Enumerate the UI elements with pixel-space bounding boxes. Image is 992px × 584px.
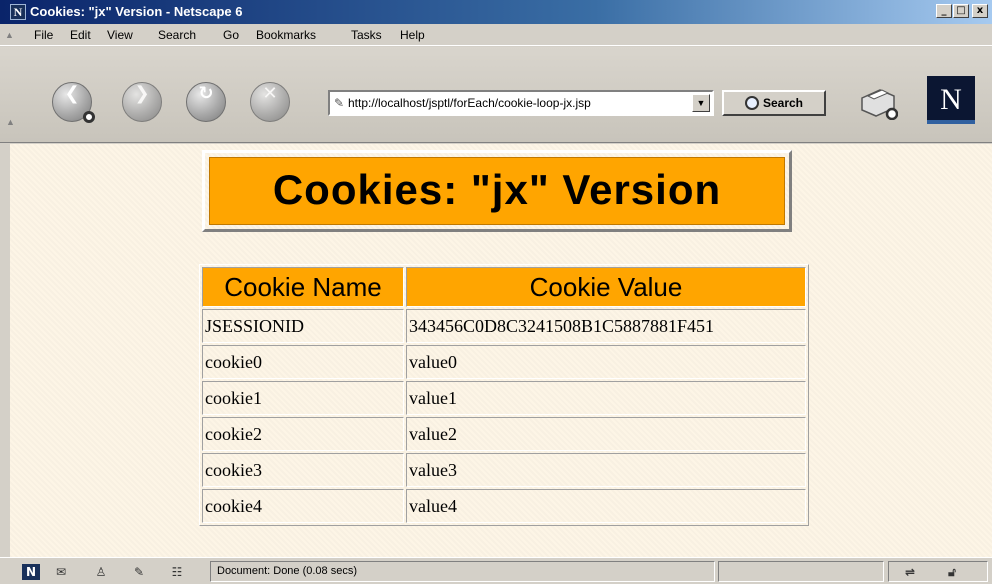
stop-button[interactable]: ✕	[250, 82, 290, 122]
back-dropdown-icon[interactable]	[83, 111, 95, 123]
address-book-icon[interactable]: ☷	[168, 564, 186, 580]
window-title: Cookies: "jx" Version - Netscape 6	[30, 4, 243, 19]
header-cookie-name: Cookie Name	[202, 267, 404, 307]
cookie-name-cell: cookie2	[202, 417, 404, 451]
cookie-name-cell: cookie1	[202, 381, 404, 415]
menu-help[interactable]: Help	[400, 28, 425, 42]
reload-button[interactable]: ↻	[186, 82, 226, 122]
search-button[interactable]: Search	[722, 90, 826, 116]
cookie-value-cell: 343456C0D8C3241508B1C5887881F451	[406, 309, 806, 343]
instant-messenger-icon[interactable]: ♙	[92, 564, 110, 580]
reload-icon: ↻	[198, 83, 214, 104]
menu-file[interactable]: File	[34, 28, 53, 42]
menu-bookmarks[interactable]: Bookmarks	[256, 28, 316, 42]
table-row: cookie1 value1	[202, 381, 806, 415]
url-dropdown-icon[interactable]: ▼	[692, 94, 710, 112]
header-cookie-value: Cookie Value	[406, 267, 806, 307]
grip-icon: ▲	[5, 30, 14, 40]
status-text: Document: Done (0.08 secs)	[210, 561, 715, 582]
table-row: cookie3 value3	[202, 453, 806, 487]
back-icon: ❮	[64, 83, 80, 104]
cookie-value-cell: value0	[406, 345, 806, 379]
menu-edit[interactable]: Edit	[70, 28, 91, 42]
table-row: cookie0 value0	[202, 345, 806, 379]
table-row: cookie2 value2	[202, 417, 806, 451]
minimize-button[interactable]: _	[936, 4, 952, 18]
cookie-value-cell: value2	[406, 417, 806, 451]
search-icon	[744, 96, 759, 110]
maximize-button[interactable]: □	[953, 4, 969, 18]
menu-tasks[interactable]: Tasks	[351, 28, 382, 42]
status-bar: N ✉ ♙ ✎ ☷ Document: Done (0.08 secs) ⇌ 🔓…	[0, 557, 992, 584]
cookie-name-cell: JSESSIONID	[202, 309, 404, 343]
table-row: cookie4 value4	[202, 489, 806, 523]
url-bar[interactable]: ✎ ▼	[328, 90, 714, 116]
search-button-label: Search	[762, 96, 804, 110]
title-bar: N Cookies: "jx" Version - Netscape 6 _ □…	[0, 0, 992, 24]
table-row: JSESSIONID 343456C0D8C3241508B1C5887881F…	[202, 309, 806, 343]
grip-icon: ▲	[6, 117, 15, 127]
security-lock-icon[interactable]: 🔓︎	[943, 564, 961, 580]
status-pane	[718, 561, 884, 582]
page-heading: Cookies: "jx" Version	[209, 157, 785, 225]
status-pane-icons: ⇌ 🔓︎	[888, 561, 988, 582]
online-icon[interactable]: ⇌	[901, 564, 919, 580]
forward-button[interactable]: ❯	[122, 82, 162, 122]
netscape-throbber-icon[interactable]: N	[927, 76, 975, 124]
menu-search[interactable]: Search	[158, 28, 196, 42]
netscape-icon[interactable]: N	[22, 564, 40, 580]
page-content: Cookies: "jx" Version Cookie Name Cookie…	[10, 144, 992, 557]
back-button[interactable]: ❮	[52, 82, 95, 123]
menu-view[interactable]: View	[107, 28, 133, 42]
cookie-table: Cookie Name Cookie Value JSESSIONID 3434…	[199, 264, 809, 526]
cookie-name-cell: cookie4	[202, 489, 404, 523]
print-icon[interactable]	[858, 84, 898, 120]
menu-bar: ▲ File Edit View Search Go Bookmarks Tas…	[0, 24, 992, 46]
url-input[interactable]	[348, 95, 688, 111]
cookie-name-cell: cookie0	[202, 345, 404, 379]
content-edge	[0, 144, 10, 557]
stop-icon: ✕	[262, 83, 278, 104]
page-heading-box: Cookies: "jx" Version	[202, 150, 792, 232]
netscape-logo-icon: N	[10, 4, 26, 20]
close-button[interactable]: x	[972, 4, 988, 18]
menu-go[interactable]: Go	[223, 28, 239, 42]
cookie-value-cell: value4	[406, 489, 806, 523]
forward-icon: ❯	[134, 83, 150, 104]
table-header-row: Cookie Name Cookie Value	[202, 267, 806, 307]
mail-icon[interactable]: ✉	[52, 564, 70, 580]
cookie-name-cell: cookie3	[202, 453, 404, 487]
cookie-value-cell: value3	[406, 453, 806, 487]
composer-icon[interactable]: ✎	[130, 564, 148, 580]
link-icon: ✎	[334, 96, 345, 110]
cookie-value-cell: value1	[406, 381, 806, 415]
